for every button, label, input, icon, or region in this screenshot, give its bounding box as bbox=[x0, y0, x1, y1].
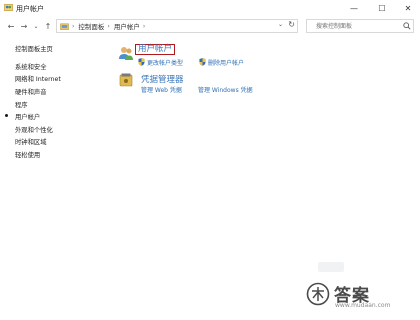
back-arrow-icon: ← bbox=[7, 21, 15, 31]
recent-locations-button[interactable]: ⌄ bbox=[31, 20, 41, 32]
forward-button[interactable]: → bbox=[19, 20, 29, 32]
sidebar-item-programs[interactable]: 程序 bbox=[15, 100, 28, 109]
sidebar-item-user-accounts: 用户帐户 bbox=[15, 114, 41, 121]
user-accounts-category-link[interactable]: 用户帐户 bbox=[135, 44, 176, 55]
maximize-icon: ☐ bbox=[378, 3, 386, 13]
watermark-logo-icon bbox=[306, 282, 330, 306]
title-bar: 用户帐户 — ☐ ✕ bbox=[0, 0, 420, 16]
address-dropdown-icon[interactable]: ⌄ bbox=[278, 21, 283, 28]
window-title: 用户帐户 bbox=[16, 5, 44, 13]
breadcrumb-separator: › bbox=[72, 22, 75, 30]
user-accounts-app-icon bbox=[4, 4, 13, 11]
maximize-button[interactable]: ☐ bbox=[370, 0, 394, 16]
manage-web-credentials-link[interactable]: 管理 Web 凭据 bbox=[141, 85, 182, 94]
breadcrumb-control-panel[interactable]: 控制面板 bbox=[78, 21, 104, 31]
address-bar[interactable]: › 控制面板 › 用户帐户 › ⌄ ↻ bbox=[56, 19, 298, 33]
search-box bbox=[306, 19, 414, 33]
shield-icon bbox=[199, 58, 206, 66]
remove-user-accounts-link[interactable]: 删除用户帐户 bbox=[208, 58, 244, 67]
close-icon: ✕ bbox=[404, 3, 412, 13]
back-button[interactable]: ← bbox=[6, 20, 16, 32]
sidebar-item-clock-region[interactable]: 时钟和区域 bbox=[15, 137, 46, 146]
blurred-overlay bbox=[318, 262, 344, 272]
search-icon[interactable] bbox=[401, 20, 413, 32]
current-item-bullet bbox=[5, 114, 8, 117]
sidebar-item-hardware-sound[interactable]: 硬件和声音 bbox=[15, 87, 46, 96]
sidebar-item-appearance[interactable]: 外观和个性化 bbox=[15, 125, 53, 134]
manage-windows-credentials-link[interactable]: 管理 Windows 凭据 bbox=[198, 85, 253, 94]
minimize-button[interactable]: — bbox=[342, 0, 366, 16]
sidebar-item-system-security[interactable]: 系统和安全 bbox=[15, 62, 46, 71]
breadcrumb-separator: › bbox=[107, 22, 110, 30]
minimize-icon: — bbox=[350, 3, 358, 13]
breadcrumb-separator: › bbox=[142, 22, 146, 30]
shield-icon bbox=[138, 58, 145, 66]
control-panel-icon bbox=[60, 23, 69, 30]
sidebar: 控制面板主页 系统和安全 网络和 Internet 硬件和声音 程序 用户帐户 … bbox=[0, 36, 110, 320]
sidebar-item-control-panel-home[interactable]: 控制面板主页 bbox=[15, 44, 53, 53]
up-arrow-icon: ↑ bbox=[44, 21, 52, 31]
credential-manager-icon bbox=[119, 73, 133, 87]
watermark-url: www.mudaan.com bbox=[335, 302, 391, 309]
breadcrumb-user-accounts[interactable]: 用户帐户 bbox=[114, 21, 140, 31]
forward-arrow-icon: → bbox=[20, 21, 28, 31]
up-button[interactable]: ↑ bbox=[43, 20, 53, 32]
close-button[interactable]: ✕ bbox=[396, 0, 420, 16]
chevron-down-icon: ⌄ bbox=[33, 22, 39, 30]
search-input[interactable] bbox=[313, 20, 401, 32]
navigation-bar: ← → ⌄ ↑ › 控制面板 › 用户帐户 › ⌄ ↻ bbox=[0, 16, 420, 36]
sidebar-item-network-internet[interactable]: 网络和 Internet bbox=[15, 74, 61, 83]
credential-manager-category-link[interactable]: 凭据管理器 bbox=[141, 73, 184, 85]
user-accounts-icon bbox=[119, 47, 133, 60]
change-account-type-link[interactable]: 更改帐户类型 bbox=[147, 58, 183, 67]
refresh-icon[interactable]: ↻ bbox=[288, 20, 295, 29]
sidebar-item-ease-of-access[interactable]: 轻松使用 bbox=[15, 150, 40, 159]
